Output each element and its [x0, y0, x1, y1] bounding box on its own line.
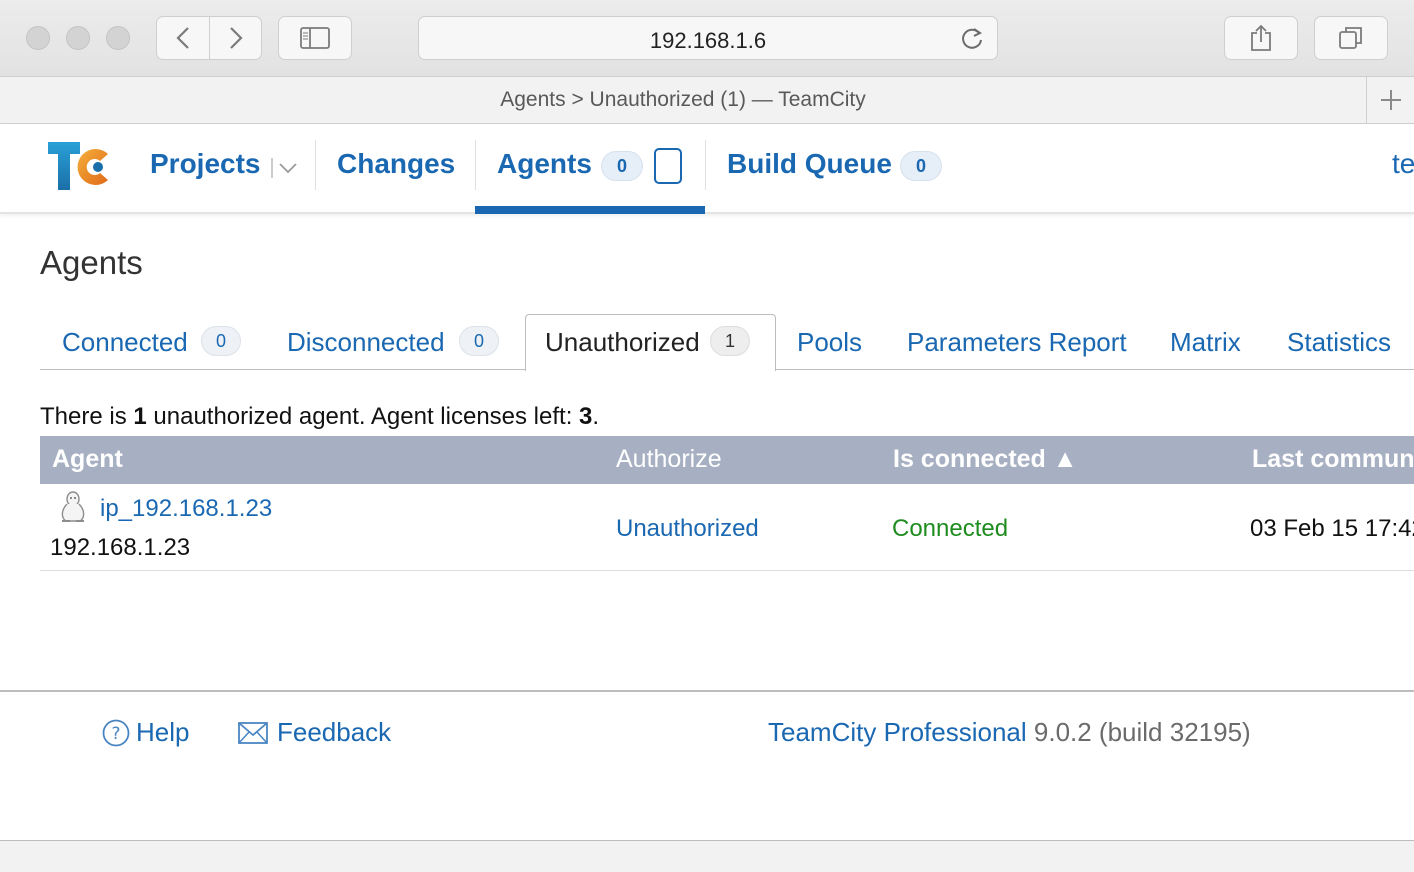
nav-separator — [475, 140, 476, 190]
linux-icon — [58, 490, 88, 529]
browser-tab-bar: Agents > Unauthorized (1) — TeamCity — [0, 77, 1414, 124]
tabs-icon — [1339, 27, 1362, 49]
forward-button[interactable] — [210, 16, 262, 60]
agents-table-header: Agent Authorize Is connected ▲ Last comm… — [40, 436, 1414, 484]
agent-name-link[interactable]: ip_192.168.1.23 — [100, 495, 272, 523]
reload-button[interactable] — [959, 26, 985, 57]
active-nav-indicator — [475, 206, 705, 214]
nav-separator — [315, 140, 316, 190]
summary-count: 1 — [133, 403, 147, 430]
teamcity-logo-icon — [48, 142, 108, 190]
tabs-overview-button[interactable] — [1314, 16, 1388, 60]
address-bar[interactable]: 192.168.1.6 — [418, 16, 998, 60]
tab-pools[interactable]: Pools — [797, 327, 862, 358]
help-link[interactable]: Help — [136, 717, 189, 748]
footer-divider — [0, 690, 1414, 692]
svg-text:?: ? — [111, 724, 120, 744]
share-icon — [1251, 24, 1271, 51]
summary-text: There is — [40, 403, 134, 430]
column-header-last-communication[interactable]: Last commun — [1252, 445, 1414, 474]
connection-status: Connected — [892, 515, 1009, 542]
nav-projects[interactable]: Projects — [150, 148, 261, 180]
tab-disconnected[interactable]: Disconnected — [287, 327, 445, 358]
nav-agents[interactable]: Agents — [497, 148, 592, 180]
zoom-window-button[interactable] — [106, 26, 130, 50]
teamcity-header: Projects Changes Agents 0 Build Queue 0 … — [0, 124, 1414, 214]
table-row: ip_192.168.1.23 192.168.1.23 Unauthorize… — [40, 484, 1414, 571]
new-tab-button[interactable] — [1366, 77, 1414, 123]
agent-ip: 192.168.1.23 — [50, 534, 191, 561]
feedback-link[interactable]: Feedback — [277, 717, 391, 748]
teamcity-logo[interactable] — [46, 140, 112, 197]
browser-toolbar: 192.168.1.6 — [0, 0, 1414, 77]
last-communication-date: 03 Feb 15 17:42 — [1250, 515, 1414, 542]
tab-title[interactable]: Agents > Unauthorized (1) — TeamCity — [0, 88, 1366, 112]
column-header-is-connected[interactable]: Is connected ▲ — [893, 445, 1078, 474]
product-link[interactable]: TeamCity Professional — [768, 717, 1027, 747]
minimize-window-button[interactable] — [66, 26, 90, 50]
sidebar-icon — [300, 27, 330, 49]
reload-icon — [962, 28, 982, 49]
back-button[interactable] — [156, 16, 209, 60]
tab-unauthorized[interactable]: Unauthorized — [545, 327, 700, 358]
help-icon: ? — [102, 719, 130, 752]
tab-matrix[interactable]: Matrix — [1170, 327, 1241, 358]
browser-status-bar — [0, 841, 1414, 872]
summary-licenses: 3 — [579, 403, 593, 430]
unauthorized-summary: There is 1 unauthorized agent. Agent lic… — [40, 403, 599, 431]
disconnected-count-badge: 0 — [459, 326, 499, 356]
sidebar-toggle-button[interactable] — [278, 16, 352, 60]
column-header-authorize: Authorize — [616, 445, 722, 473]
share-button[interactable] — [1224, 16, 1298, 60]
connected-count-badge: 0 — [201, 326, 241, 356]
close-window-button[interactable] — [26, 26, 50, 50]
version-info: TeamCity Professional 9.0.2 (build 32195… — [768, 717, 1251, 748]
build-queue-count-badge: 0 — [900, 151, 942, 181]
agents-subtabs: Connected 0 Disconnected 0 Unauthorized … — [40, 313, 1414, 371]
page-title: Agents — [40, 244, 143, 281]
agent-status-icon[interactable] — [654, 148, 682, 184]
summary-text: unauthorized agent. Agent licenses left: — [146, 403, 580, 430]
url-text: 192.168.1.6 — [649, 28, 767, 53]
nav-changes[interactable]: Changes — [337, 148, 455, 180]
projects-dropdown-button[interactable] — [270, 158, 298, 183]
nav-separator — [705, 140, 706, 190]
column-header-agent[interactable]: Agent — [52, 445, 123, 474]
chevron-left-icon — [175, 27, 189, 49]
authorize-toggle-link[interactable]: Unauthorized — [616, 515, 759, 543]
tab-statistics[interactable]: Statistics — [1287, 327, 1391, 358]
agents-count-badge: 0 — [601, 151, 643, 181]
chevron-down-icon — [271, 158, 297, 178]
nav-build-queue[interactable]: Build Queue — [727, 148, 892, 180]
plus-icon — [1380, 90, 1401, 110]
unauthorized-count-badge: 1 — [710, 326, 750, 356]
tab-connected[interactable]: Connected — [62, 327, 188, 358]
summary-text: . — [592, 403, 600, 430]
tab-parameters-report[interactable]: Parameters Report — [907, 327, 1127, 358]
chevron-right-icon — [230, 27, 243, 49]
version-text: 9.0.2 (build 32195) — [1026, 717, 1251, 747]
envelope-icon — [238, 722, 268, 749]
user-menu[interactable]: te — [1392, 148, 1414, 180]
